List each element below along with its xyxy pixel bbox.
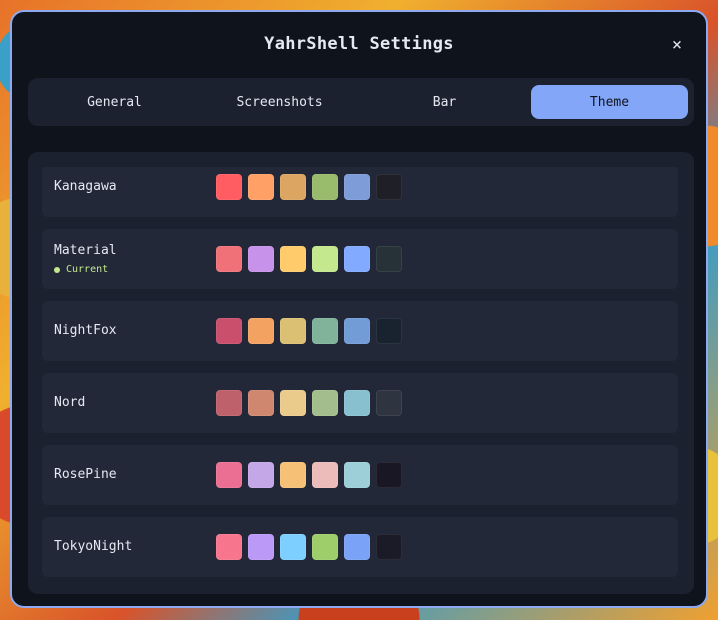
current-badge: Current [54,264,108,275]
color-swatch [248,390,274,416]
color-swatch [376,174,402,200]
color-swatch [216,534,242,560]
color-swatches [216,534,408,560]
color-swatch [216,174,242,200]
color-swatch [280,318,306,344]
color-swatch [248,246,274,272]
color-swatch [312,534,338,560]
color-swatch [216,246,242,272]
color-swatch [312,174,338,200]
color-swatches [216,174,408,200]
color-swatch [312,462,338,488]
color-swatches [216,318,408,344]
color-swatches [216,462,408,488]
color-swatch [280,390,306,416]
theme-row-kanagawa[interactable]: Kanagawa [42,167,678,217]
color-swatch [280,174,306,200]
color-swatch [312,390,338,416]
color-swatch [312,246,338,272]
color-swatch [280,462,306,488]
color-swatch [376,534,402,560]
tab-bar: General Screenshots Bar Theme [28,78,694,126]
color-swatch [376,318,402,344]
theme-name: Kanagawa [54,179,117,194]
color-swatch [344,174,370,200]
color-swatches [216,246,408,272]
theme-row-rosepine[interactable]: RosePine [42,445,678,505]
color-swatch [344,534,370,560]
current-dot-icon [54,266,60,273]
settings-window: YahrShell Settings × General Screenshots… [10,10,708,608]
color-swatch [248,318,274,344]
tab-screenshots[interactable]: Screenshots [201,85,358,119]
color-swatch [248,174,274,200]
theme-name: RosePine [54,467,117,482]
color-swatch [248,462,274,488]
color-swatch [216,390,242,416]
tab-bar[interactable]: Bar [366,85,523,119]
color-swatch [376,390,402,416]
theme-name: Nord [54,395,86,410]
theme-row-tokyonight[interactable]: TokyoNight [42,517,678,577]
color-swatch [216,318,242,344]
color-swatch [344,246,370,272]
color-swatch [280,246,306,272]
color-swatch [344,318,370,344]
color-swatch [376,462,402,488]
color-swatch [344,462,370,488]
theme-name: TokyoNight [54,539,133,554]
theme-row-nord[interactable]: Nord [42,373,678,433]
color-swatches [216,390,408,416]
tab-theme[interactable]: Theme [531,85,688,119]
color-swatch [216,462,242,488]
theme-name: NightFox [54,323,117,338]
theme-name: Material [54,243,117,258]
color-swatch [280,534,306,560]
theme-list[interactable]: Kanagawa Material Current NightFox Nord … [28,152,694,594]
color-swatch [344,390,370,416]
color-swatch [376,246,402,272]
color-swatch [248,534,274,560]
theme-row-nightfox[interactable]: NightFox [42,301,678,361]
window-title: YahrShell Settings [264,34,454,54]
color-swatch [312,318,338,344]
current-label: Current [66,264,109,275]
close-icon[interactable]: × [666,34,688,56]
tab-general[interactable]: General [36,85,193,119]
theme-row-material[interactable]: Material Current [42,229,678,289]
